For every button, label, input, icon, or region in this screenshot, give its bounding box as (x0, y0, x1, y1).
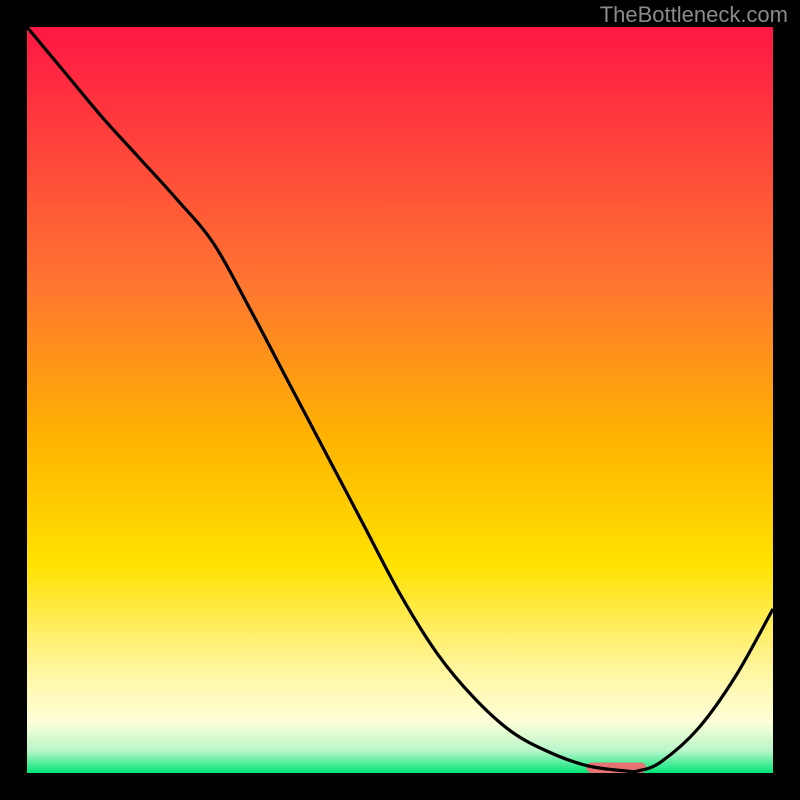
chart-container: TheBottleneck.com (0, 0, 800, 800)
attribution-label: TheBottleneck.com (600, 2, 788, 28)
gradient-background (27, 27, 773, 773)
plot-area (27, 27, 773, 773)
chart-svg (27, 27, 773, 773)
